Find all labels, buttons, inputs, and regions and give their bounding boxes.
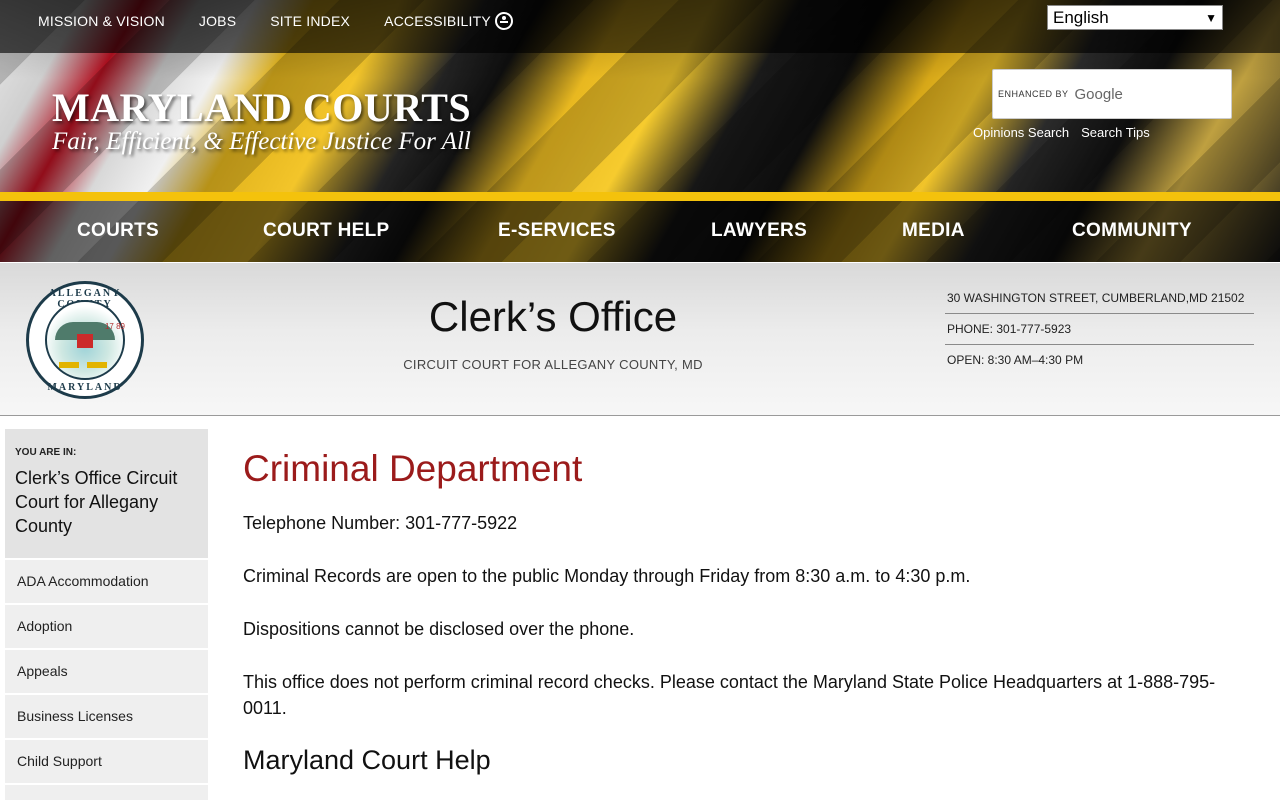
sidebar-item-adoption[interactable]: Adoption <box>5 605 208 648</box>
sidebar-item-ada-accommodation[interactable]: ADA Accommodation <box>5 560 208 603</box>
utility-links: MISSION & VISION JOBS SITE INDEX ACCESSI… <box>38 12 547 30</box>
office-phone: PHONE: 301-777-5923 <box>945 314 1254 345</box>
mission-vision-link[interactable]: MISSION & VISION <box>38 12 165 30</box>
main-content: Criminal Department Telephone Number: 30… <box>243 448 1233 776</box>
nav-media[interactable]: MEDIA <box>902 220 965 242</box>
google-logo: Google <box>1074 85 1123 103</box>
language-value: English <box>1053 7 1109 27</box>
search-tips-link[interactable]: Search Tips <box>1081 125 1150 140</box>
header-banner: MISSION & VISION JOBS SITE INDEX ACCESSI… <box>0 0 1280 262</box>
jobs-link[interactable]: JOBS <box>199 12 236 30</box>
chevron-down-icon: ▼ <box>1205 10 1217 25</box>
seal-bottom-text: MARYLAND <box>47 382 123 393</box>
nav-lawyers[interactable]: LAWYERS <box>711 220 807 242</box>
telephone-text: Telephone Number: 301-777-5922 <box>243 513 518 533</box>
top-utility-bar: MISSION & VISION JOBS SITE INDEX ACCESSI… <box>0 0 1280 53</box>
record-checks-text: This office does not perform criminal re… <box>243 672 1216 718</box>
sidebar-item-child-support[interactable]: Child Support <box>5 740 208 783</box>
records-hours-text: Criminal Records are open to the public … <box>243 566 971 586</box>
breadcrumb: YOU ARE IN: Clerk’s Office Circuit Court… <box>5 429 208 558</box>
nav-community[interactable]: COMMUNITY <box>1072 220 1192 242</box>
site-tagline: Fair, Efficient, & Effective Justice For… <box>52 128 471 155</box>
sidebar-item-partial[interactable] <box>5 785 208 800</box>
you-are-in-label: YOU ARE IN: <box>15 447 77 458</box>
office-title: Clerk’s Office <box>428 293 678 340</box>
dispositions-text: Dispositions cannot be disclosed over th… <box>243 619 635 639</box>
site-title[interactable]: MARYLAND COURTS <box>52 84 471 131</box>
site-index-link[interactable]: SITE INDEX <box>270 12 350 30</box>
accessibility-link[interactable]: ACCESSIBILITY <box>384 12 513 30</box>
sidebar-item-business-licenses[interactable]: Business Licenses <box>5 695 208 738</box>
opinions-search-link[interactable]: Opinions Search <box>973 125 1069 140</box>
search-links: Opinions Search Search Tips <box>973 125 1150 140</box>
sidebar-item-appeals[interactable]: Appeals <box>5 650 208 693</box>
nav-courts[interactable]: COURTS <box>77 220 159 242</box>
sidebar: YOU ARE IN: Clerk’s Office Circuit Court… <box>5 429 208 800</box>
nav-e-services[interactable]: E-SERVICES <box>498 220 616 242</box>
office-contact: 30 WASHINGTON STREET, CUMBERLAND,MD 2150… <box>945 283 1254 375</box>
office-header: ALLEGANY COUNTY 17 89 MARYLAND Clerk’s O… <box>0 263 1280 416</box>
language-select[interactable]: English ▼ <box>1047 5 1223 30</box>
main-navigation: COURTS COURT HELP E-SERVICES LAWYERS MED… <box>0 201 1280 262</box>
accessibility-icon <box>494 12 513 30</box>
office-hours: OPEN: 8:30 AM–4:30 PM <box>947 353 1084 367</box>
office-subtitle: CIRCUIT COURT FOR ALLEGANY COUNTY, MD <box>403 357 703 372</box>
office-address: 30 WASHINGTON STREET, CUMBERLAND,MD 2150… <box>945 283 1254 314</box>
section-heading: Maryland Court Help <box>243 745 491 775</box>
breadcrumb-link[interactable]: Clerk’s Office Circuit Court for Allegan… <box>15 466 198 538</box>
gold-divider <box>0 192 1280 201</box>
search-input[interactable]: ENHANCED BY Google <box>992 69 1232 119</box>
nav-court-help[interactable]: COURT HELP <box>263 220 390 242</box>
page-title: Criminal Department <box>243 448 583 489</box>
accessibility-label: ACCESSIBILITY <box>384 13 491 29</box>
enhanced-by-label: ENHANCED BY <box>998 89 1069 99</box>
